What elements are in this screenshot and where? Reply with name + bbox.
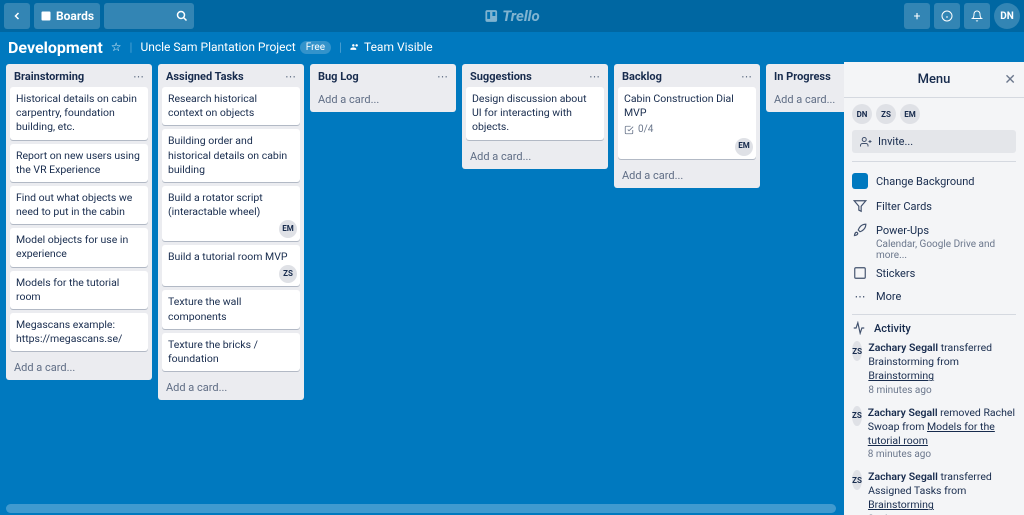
member-avatar[interactable]: EM bbox=[900, 104, 920, 124]
search-icon bbox=[176, 10, 188, 22]
activity-item: ZS Zachary Segall transferred Assigned Ta… bbox=[852, 470, 1016, 515]
card[interactable]: Texture the wall components bbox=[162, 290, 300, 328]
boards-icon bbox=[40, 10, 52, 22]
activity-time: 8 minutes ago bbox=[868, 449, 1016, 460]
card-member-avatar[interactable]: ZS bbox=[279, 265, 297, 283]
menu-members: DNZSEM bbox=[852, 104, 1016, 124]
horizontal-scrollbar[interactable] bbox=[6, 504, 836, 513]
list-title[interactable]: Backlog bbox=[622, 70, 662, 83]
list: Backlog⋯Cabin Construction Dial MVP0/4EM… bbox=[614, 64, 760, 188]
card[interactable]: Design discussion about UI for interacti… bbox=[466, 87, 604, 140]
user-avatar[interactable]: DN bbox=[994, 3, 1020, 29]
menu-filter-cards[interactable]: Filter Cards bbox=[852, 194, 1016, 218]
card-member-avatar[interactable]: EM bbox=[735, 138, 753, 156]
list-title[interactable]: Bug Log bbox=[318, 70, 359, 83]
member-avatar[interactable]: ZS bbox=[876, 104, 896, 124]
card-member-avatar[interactable]: EM bbox=[279, 220, 297, 238]
card[interactable]: Cabin Construction Dial MVP0/4EM bbox=[618, 87, 756, 159]
rocket-icon bbox=[852, 223, 868, 237]
sticker-icon bbox=[852, 266, 868, 280]
member-avatar[interactable]: DN bbox=[852, 104, 872, 124]
close-icon[interactable]: ✕ bbox=[1004, 72, 1016, 88]
board-canvas: Brainstorming ⋯ Historical details on cabi… bbox=[0, 62, 844, 515]
menu-more[interactable]: ⋯More bbox=[852, 285, 1016, 308]
checklist-icon bbox=[624, 125, 634, 135]
list-title[interactable]: In Progress bbox=[774, 70, 831, 83]
add-card-button[interactable]: Add a card... bbox=[6, 355, 152, 380]
list-menu-icon[interactable]: ⋯ bbox=[589, 70, 600, 83]
list: Assigned Tasks ⋯ Research historical conte… bbox=[158, 64, 304, 400]
activity-text: Zachary Segall transferred Assigned Task… bbox=[868, 470, 1016, 513]
color-swatch-icon bbox=[852, 173, 868, 189]
menu-panel: Menu ✕ DNZSEM Invite... Change Backgroun… bbox=[844, 62, 1024, 515]
card[interactable]: Megascans example: https://megascans.se/ bbox=[10, 313, 148, 351]
list: Bug Log ⋯ Add a card... bbox=[310, 64, 456, 112]
activity-link[interactable]: Models for the tutorial room bbox=[868, 420, 995, 447]
card[interactable]: Texture the bricks / foundation bbox=[162, 333, 300, 371]
powerups-sub: Calendar, Google Drive and more... bbox=[876, 239, 1016, 261]
activity-text: Zachary Segall removed Rachel Swoap from… bbox=[868, 406, 1016, 449]
activity-item: ZS Zachary Segall transferred Brainstormi… bbox=[852, 341, 1016, 396]
add-card-button[interactable]: Add a card... bbox=[158, 375, 304, 400]
menu-stickers[interactable]: Stickers bbox=[852, 261, 1016, 285]
topbar: Boards Trello + DN bbox=[0, 0, 1024, 32]
search-input[interactable] bbox=[104, 3, 194, 29]
add-card-button[interactable]: Add a card... bbox=[310, 87, 456, 112]
filter-icon bbox=[852, 199, 868, 213]
invite-icon bbox=[860, 136, 872, 148]
boards-label: Boards bbox=[56, 9, 94, 23]
card[interactable]: Research historical context on objects bbox=[162, 87, 300, 125]
boards-button[interactable]: Boards bbox=[34, 3, 100, 29]
info-button[interactable] bbox=[934, 3, 960, 29]
team-icon bbox=[350, 42, 360, 52]
board-header: Development ☆ | Uncle Sam Plantation Pro… bbox=[0, 32, 1024, 62]
list-title[interactable]: Suggestions bbox=[470, 70, 532, 83]
card[interactable]: Historical details on cabin carpentry, f… bbox=[10, 87, 148, 140]
project-link[interactable]: Uncle Sam Plantation Project Free bbox=[140, 40, 331, 54]
activity-avatar[interactable]: ZS bbox=[852, 470, 862, 490]
list: In Progress⋯Add a card... bbox=[766, 64, 844, 112]
add-card-button[interactable]: Add a card... bbox=[614, 163, 760, 188]
activity-heading: Activity bbox=[852, 321, 1016, 335]
card[interactable]: Report on new users using the VR Experie… bbox=[10, 144, 148, 182]
checklist-count: 0/4 bbox=[638, 123, 653, 137]
visibility-button[interactable]: Team Visible bbox=[350, 40, 433, 54]
card[interactable]: Build a tutorial room MVPZS bbox=[162, 245, 300, 286]
activity-avatar[interactable]: ZS bbox=[852, 341, 862, 361]
list-menu-icon[interactable]: ⋯ bbox=[133, 70, 144, 83]
activity-avatar[interactable]: ZS bbox=[852, 406, 862, 426]
card[interactable]: Building order and historical details on… bbox=[162, 129, 300, 182]
star-icon[interactable]: ☆ bbox=[111, 40, 122, 54]
trello-icon bbox=[484, 9, 498, 23]
activity-time: 8 minutes ago bbox=[868, 385, 1016, 396]
back-button[interactable] bbox=[4, 3, 30, 29]
menu-change-background[interactable]: Change Background bbox=[852, 168, 1016, 194]
notifications-button[interactable] bbox=[964, 3, 990, 29]
card[interactable]: Models for the tutorial room bbox=[10, 271, 148, 309]
add-card-button[interactable]: Add a card... bbox=[462, 144, 608, 169]
create-button[interactable]: + bbox=[904, 3, 930, 29]
activity-icon bbox=[852, 321, 866, 335]
activity-text: Zachary Segall transferred Brainstorming… bbox=[868, 341, 1016, 384]
card[interactable]: Build a rotator script (interactable whe… bbox=[162, 186, 300, 241]
add-card-button[interactable]: Add a card... bbox=[766, 87, 844, 112]
more-icon: ⋯ bbox=[852, 290, 868, 303]
trello-logo[interactable]: Trello bbox=[484, 7, 539, 25]
list: Brainstorming ⋯ Historical details on cabi… bbox=[6, 64, 152, 380]
list-menu-icon[interactable]: ⋯ bbox=[285, 70, 296, 83]
activity-link[interactable]: Brainstorming bbox=[868, 498, 934, 511]
board-name[interactable]: Development bbox=[8, 38, 103, 57]
invite-button[interactable]: Invite... bbox=[852, 130, 1016, 153]
plan-badge: Free bbox=[300, 41, 331, 54]
card[interactable]: Find out what objects we need to put in … bbox=[10, 186, 148, 224]
list: Suggestions ⋯ Design discussion about UI f… bbox=[462, 64, 608, 169]
activity-link[interactable]: Brainstorming bbox=[868, 369, 934, 382]
card[interactable]: Model objects for use in experience bbox=[10, 228, 148, 266]
list-menu-icon[interactable]: ⋯ bbox=[437, 70, 448, 83]
list-title[interactable]: Assigned Tasks bbox=[166, 70, 244, 83]
menu-header: Menu ✕ bbox=[844, 62, 1024, 98]
activity-item: ZS Zachary Segall removed Rachel Swoap fr… bbox=[852, 406, 1016, 461]
list-title[interactable]: Brainstorming bbox=[14, 70, 84, 83]
list-menu-icon[interactable]: ⋯ bbox=[741, 70, 752, 83]
